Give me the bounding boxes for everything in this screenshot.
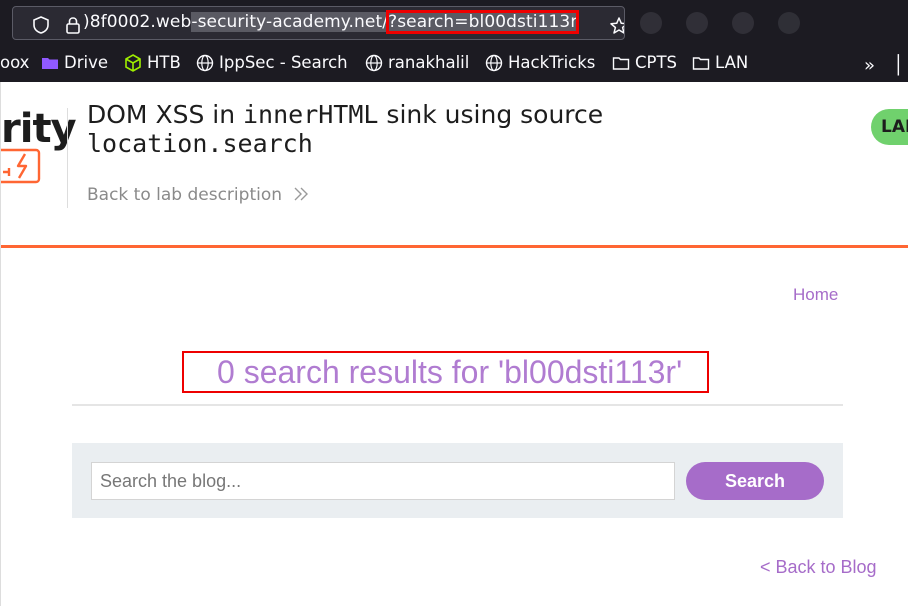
bookmark-item[interactable]: IppSec - Search (196, 53, 348, 72)
url-query-highlight: ?search=bl00dsti113r (386, 10, 580, 34)
back-to-blog-link[interactable]: < Back to Blog (760, 557, 877, 578)
extension-icon[interactable] (686, 12, 708, 34)
extension-icon[interactable] (778, 12, 800, 34)
search-results-heading: 0 search results for 'bl00dsti113r' (182, 351, 709, 393)
globe-icon (196, 54, 214, 71)
bookmark-item[interactable]: Drive (41, 53, 108, 72)
bookmark-label: HTB (147, 53, 181, 72)
url-prefix: )8f0002.web (83, 12, 192, 32)
bookmark-label: oox (0, 53, 30, 72)
back-to-lab-label: Back to lab description (87, 185, 283, 205)
header-accent-line (1, 245, 908, 248)
bookmark-item[interactable]: ranakhalil (365, 53, 469, 72)
folder-icon (612, 56, 630, 70)
bookmark-label: HackTricks (508, 53, 596, 72)
extension-icon[interactable] (640, 12, 662, 34)
browser-chrome: )8f0002.web-security-academy.net/?search… (0, 0, 908, 82)
bookmark-item[interactable]: HTB (124, 53, 181, 72)
bookmarks-menu-icon[interactable]: │ (893, 55, 904, 76)
star-bookmark-icon[interactable] (609, 16, 625, 36)
logo-lightning-icon (1, 148, 41, 184)
web-page: rity DOM XSS in innerHTML sink using sou… (0, 82, 908, 606)
search-input[interactable]: Search the blog... (91, 462, 675, 500)
results-divider (72, 404, 843, 406)
header-divider (67, 108, 68, 208)
extension-icon[interactable] (732, 12, 754, 34)
double-chevron-right-icon (294, 187, 309, 201)
search-button[interactable]: Search (686, 462, 824, 500)
bookmark-label: ranakhalil (388, 53, 470, 72)
site-logo[interactable]: rity (1, 106, 77, 152)
lab-title: DOM XSS in innerHTML sink using source lo… (87, 100, 667, 158)
folder-icon (692, 56, 710, 70)
bookmark-item[interactable]: CPTS (612, 53, 677, 72)
search-panel: Search the blog... Search (72, 443, 843, 518)
folder-icon (42, 57, 58, 69)
back-to-lab-link[interactable]: Back to lab description (87, 185, 309, 205)
lab-title-text: sink using source (378, 100, 604, 129)
bookmark-label: IppSec - Search (219, 53, 348, 72)
bookmarks-bar: oox Drive HTB IppSec - Search ranakhalil… (0, 49, 908, 79)
lab-title-code: innerHTML (243, 100, 379, 129)
lab-status-badge: LAB (871, 109, 908, 145)
bookmark-item[interactable]: LAN (692, 53, 748, 72)
bookmark-label: LAN (715, 53, 749, 72)
bookmark-item[interactable]: HackTricks (485, 53, 595, 72)
bookmark-label: Drive (64, 53, 108, 72)
bookmarks-overflow-icon[interactable]: » (864, 55, 875, 76)
shield-icon[interactable] (32, 16, 50, 34)
lab-title-code: location.search (87, 129, 313, 158)
bookmark-item[interactable]: oox (0, 53, 29, 72)
address-bar[interactable]: )8f0002.web-security-academy.net/?search… (12, 6, 625, 40)
url-selected: -security-academy.net/ (191, 12, 389, 32)
home-link[interactable]: Home (793, 285, 838, 305)
bookmark-label: CPTS (635, 53, 678, 72)
hackthebox-icon (125, 53, 141, 72)
globe-icon (485, 54, 503, 71)
toolbar-extensions (640, 12, 908, 34)
lab-title-text: DOM XSS in (87, 100, 243, 129)
url-text[interactable]: )8f0002.web-security-academy.net/?search… (83, 10, 580, 34)
globe-icon (365, 54, 383, 71)
lock-icon[interactable] (64, 16, 82, 34)
